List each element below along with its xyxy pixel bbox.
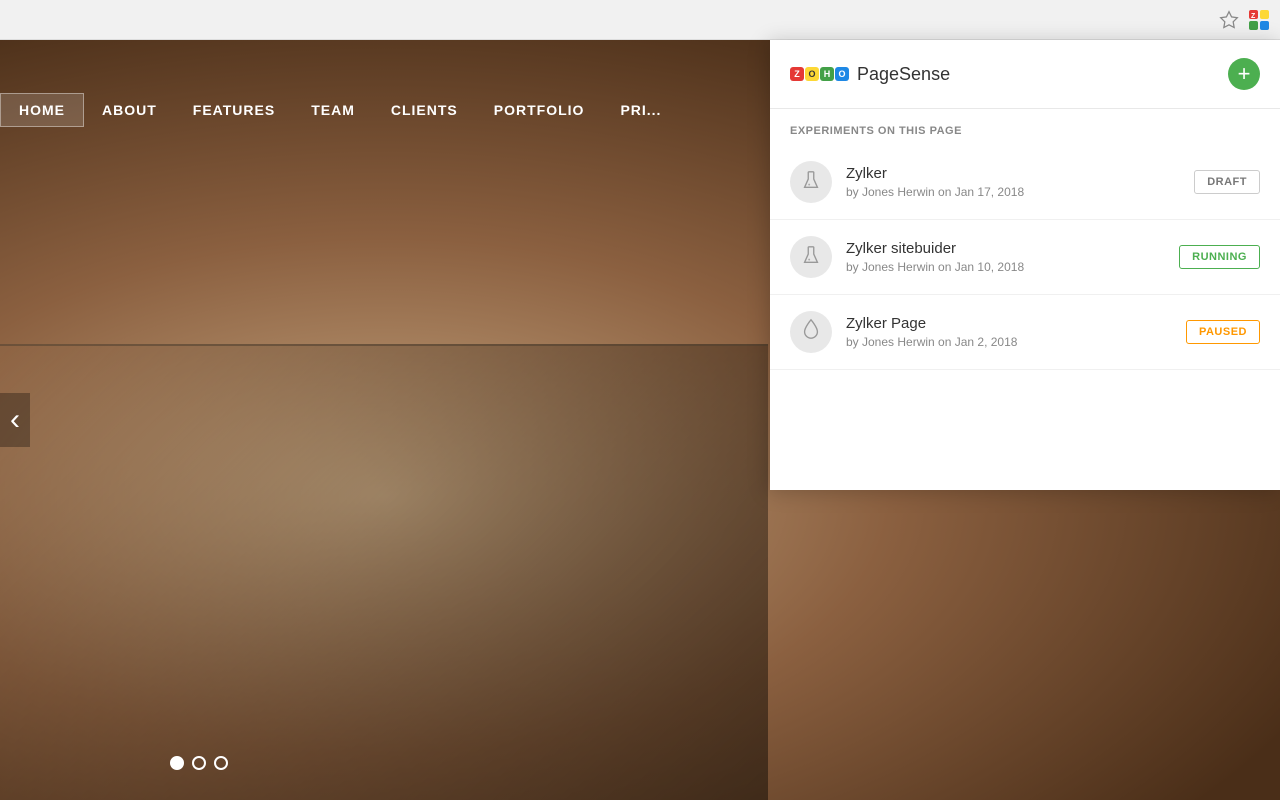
experiment-item-3[interactable]: Zylker Page by Jones Herwin on Jan 2, 20… — [770, 295, 1280, 370]
experiment-name-2: Zylker sitebuider — [846, 240, 1165, 257]
extension-icon[interactable]: Z — [1248, 9, 1270, 31]
nav-item-about[interactable]: ABOUT — [84, 94, 175, 126]
experiment-info-3: Zylker Page by Jones Herwin on Jan 2, 20… — [846, 315, 1172, 349]
keyboard-overlay — [0, 344, 768, 800]
add-experiment-button[interactable]: + — [1228, 58, 1260, 90]
experiment-info-2: Zylker sitebuider by Jones Herwin on Jan… — [846, 240, 1165, 274]
experiment-meta-3: by Jones Herwin on Jan 2, 2018 — [846, 335, 1172, 349]
zoho-o2: O — [835, 67, 849, 81]
dot-1[interactable] — [170, 756, 184, 770]
nav-item-portfolio[interactable]: PORTFOLIO — [476, 94, 603, 126]
experiment-item-2[interactable]: Zylker sitebuider by Jones Herwin on Jan… — [770, 220, 1280, 295]
zoho-h: H — [820, 67, 834, 81]
experiment-meta-1: by Jones Herwin on Jan 17, 2018 — [846, 185, 1180, 199]
slider-left-arrow[interactable]: ‹ — [0, 393, 30, 447]
experiment-icon-3 — [790, 311, 832, 353]
panel-title: PageSense — [857, 64, 950, 85]
panel-header: Z O H O PageSense + — [770, 40, 1280, 109]
flask-icon-2 — [800, 244, 822, 271]
experiment-meta-2: by Jones Herwin on Jan 10, 2018 — [846, 260, 1165, 274]
experiment-name-1: Zylker — [846, 165, 1180, 182]
star-icon[interactable] — [1218, 9, 1240, 31]
nav-item-features[interactable]: FEATURES — [175, 94, 293, 126]
experiment-item-1[interactable]: Zylker by Jones Herwin on Jan 17, 2018 D… — [770, 145, 1280, 220]
slider-dots — [170, 756, 228, 770]
section-title: EXPERIMENTS ON THIS PAGE — [770, 109, 1280, 145]
status-badge-draft[interactable]: DRAFT — [1194, 170, 1260, 194]
zoho-z: Z — [790, 67, 804, 81]
pagesense-panel: Z O H O PageSense + EXPERIMENTS ON THIS … — [770, 40, 1280, 490]
experiment-list: Zylker by Jones Herwin on Jan 17, 2018 D… — [770, 145, 1280, 490]
svg-text:Z: Z — [1251, 13, 1256, 20]
dot-3[interactable] — [214, 756, 228, 770]
experiment-name-3: Zylker Page — [846, 315, 1172, 332]
experiment-icon-2 — [790, 236, 832, 278]
browser-chrome-bar: Z — [0, 0, 1280, 40]
website-nav: HOME ABOUT FEATURES TEAM CLIENTS PORTFOL… — [0, 40, 760, 180]
flask-icon-1 — [800, 169, 822, 196]
status-badge-running[interactable]: RUNNING — [1179, 245, 1260, 269]
logo-area: Z O H O PageSense — [790, 64, 950, 85]
experiment-icon-1 — [790, 161, 832, 203]
nav-item-home[interactable]: HOME — [0, 93, 84, 127]
zoho-logo: Z O H O — [790, 67, 849, 81]
dot-2[interactable] — [192, 756, 206, 770]
nav-item-clients[interactable]: CLIENTS — [373, 94, 476, 126]
status-badge-paused[interactable]: PAUSED — [1186, 320, 1260, 344]
experiment-info-1: Zylker by Jones Herwin on Jan 17, 2018 — [846, 165, 1180, 199]
nav-item-team[interactable]: TEAM — [293, 94, 373, 126]
nav-item-pricing[interactable]: PRI... — [602, 94, 679, 126]
drop-icon-3 — [800, 318, 822, 346]
zoho-o: O — [805, 67, 819, 81]
